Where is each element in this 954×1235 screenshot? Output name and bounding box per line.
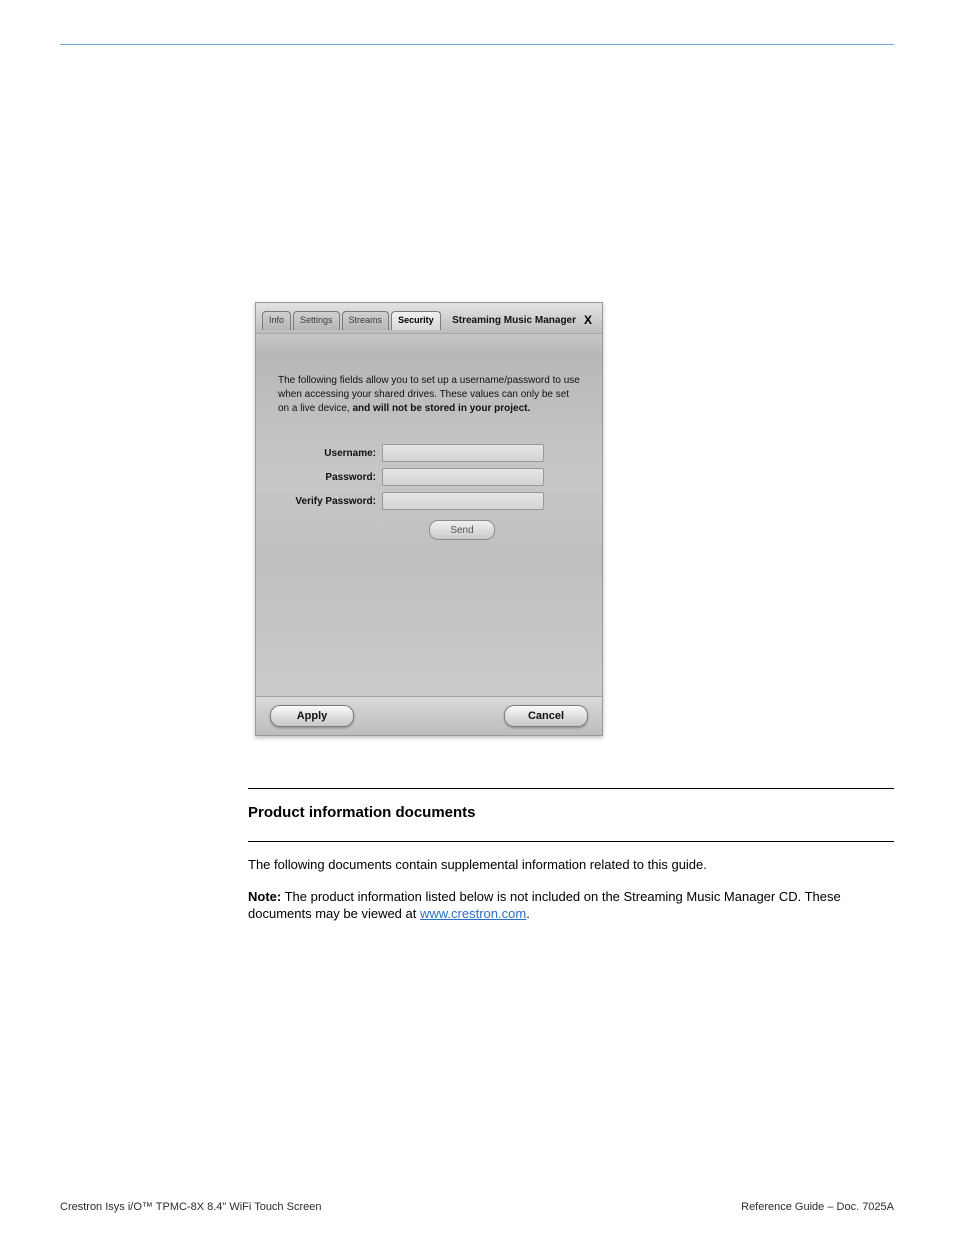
dialog-description: The following fields allow you to set up… [278,374,580,416]
header-rule [60,44,894,45]
note-body: The product information listed below is … [248,889,841,922]
dialog-description-bold: and will not be stored in your project. [353,403,531,414]
username-input[interactable] [382,444,544,462]
send-row: Send [382,520,542,540]
tab-streams[interactable]: Streams [342,311,390,330]
body-content: Product information documents The follow… [248,770,894,937]
footer-left: Crestron Isys i/O™ TPMC-8X 8.4" WiFi Tou… [60,1201,321,1213]
apply-button[interactable]: Apply [270,705,354,727]
password-row: Password: [278,468,580,486]
note-tail: . [526,906,530,921]
section-title: Product information documents [248,803,894,823]
rule-above-section [248,788,894,789]
section-paragraph: The following documents contain suppleme… [248,856,894,874]
note-label: Note: [248,889,281,904]
dialog-title: Streaming Music Manager [452,315,576,326]
note-paragraph: Note: The product information listed bel… [248,888,894,923]
username-label: Username: [278,448,382,459]
dialog-header: Info Settings Streams Security Streaming… [256,303,602,334]
page-footer: Crestron Isys i/O™ TPMC-8X 8.4" WiFi Tou… [60,1201,894,1213]
verify-password-row: Verify Password: [278,492,580,510]
dialog-tabs: Info Settings Streams Security [262,311,452,330]
streaming-music-manager-dialog: Info Settings Streams Security Streaming… [255,302,603,736]
tab-info[interactable]: Info [262,311,291,330]
verify-password-label: Verify Password: [278,496,382,507]
dialog-footer: Apply Cancel [256,696,602,735]
note-link[interactable]: www.crestron.com [420,906,526,921]
cancel-button[interactable]: Cancel [504,705,588,727]
footer-right: Reference Guide – Doc. 7025A [741,1201,894,1213]
username-row: Username: [278,444,580,462]
tab-settings[interactable]: Settings [293,311,340,330]
rule-below-title [248,841,894,842]
send-button[interactable]: Send [429,520,495,540]
password-input[interactable] [382,468,544,486]
tab-security[interactable]: Security [391,311,441,330]
verify-password-input[interactable] [382,492,544,510]
close-icon[interactable]: X [580,312,596,328]
dialog-body: The following fields allow you to set up… [256,334,602,540]
password-label: Password: [278,472,382,483]
